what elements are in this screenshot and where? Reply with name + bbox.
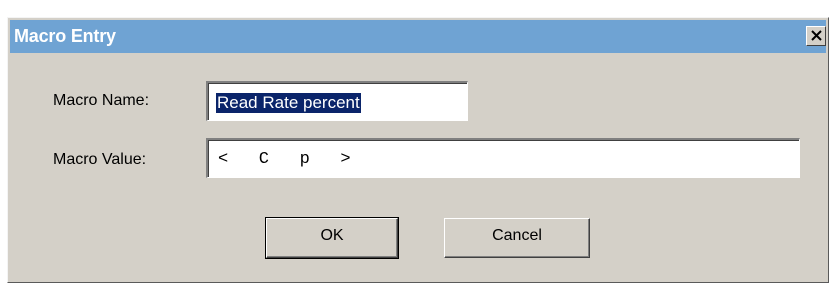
title-bar[interactable]: Macro Entry [10, 20, 826, 53]
close-button[interactable] [806, 26, 826, 46]
macro-entry-dialog: Macro Entry Macro Name: Read Rate percen… [7, 17, 829, 283]
macro-value-label: Macro Value: [53, 151, 147, 168]
macro-value-text: < C p > [218, 150, 351, 169]
dialog-title: Macro Entry [14, 26, 116, 46]
macro-name-input[interactable]: Read Rate percent [206, 81, 468, 121]
macro-name-value: Read Rate percent [216, 93, 361, 113]
ok-button[interactable]: OK [265, 217, 399, 259]
cancel-button[interactable]: Cancel [444, 218, 590, 258]
macro-value-input[interactable]: < C p > [206, 138, 800, 178]
macro-name-label: Macro Name: [53, 92, 150, 109]
close-x-icon [811, 30, 822, 41]
